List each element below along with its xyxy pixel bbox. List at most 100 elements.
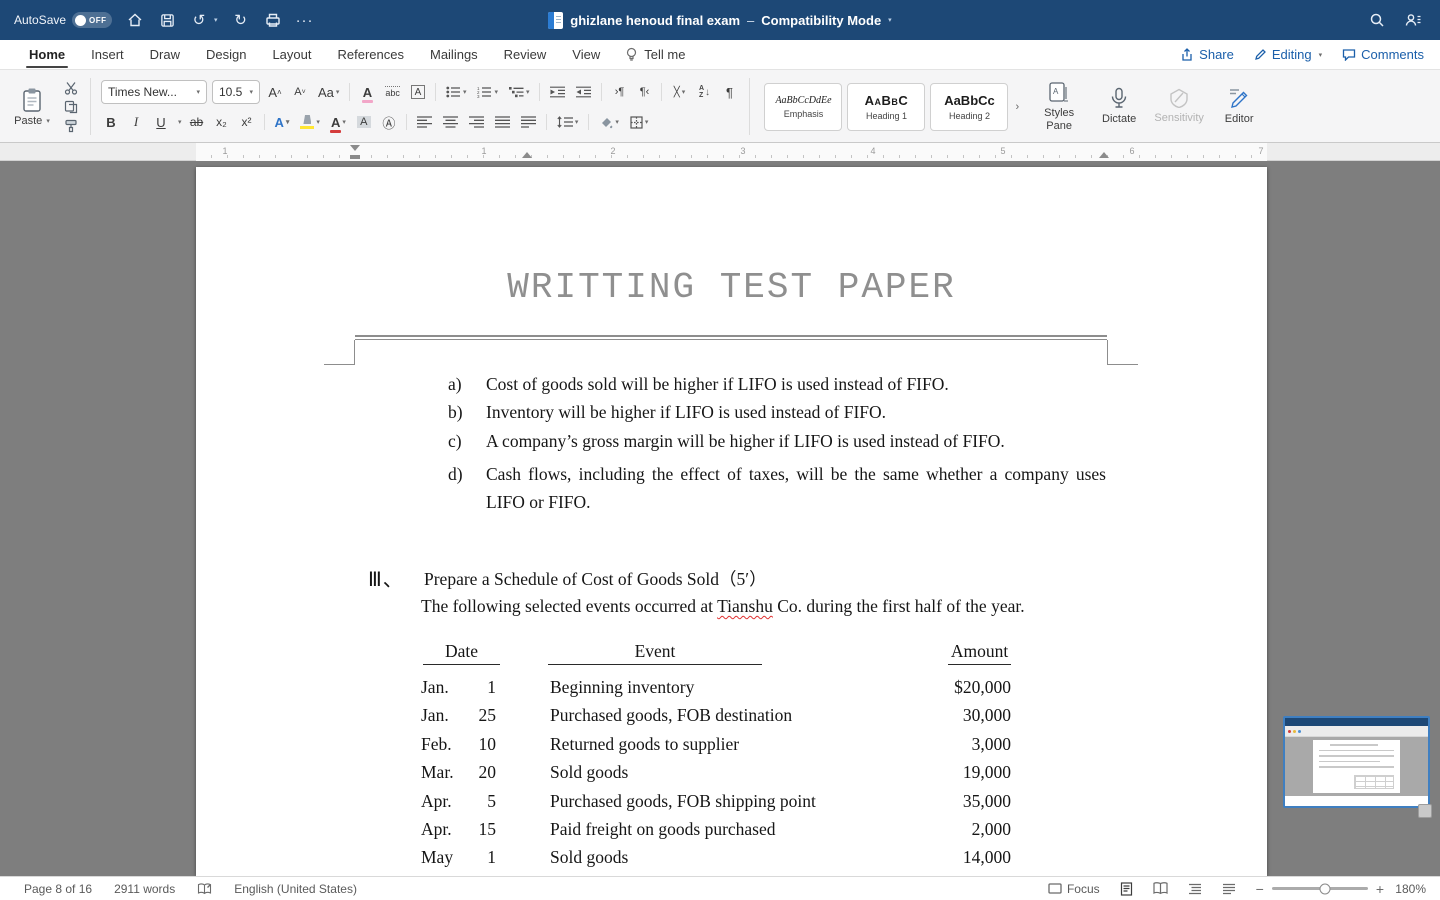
format-painter-button[interactable]	[62, 118, 80, 133]
left-indent-marker[interactable]	[350, 155, 360, 159]
left-to-right-paragraph-button[interactable]: ›¶	[609, 81, 629, 103]
hanging-indent-marker[interactable]	[522, 152, 532, 158]
bold-button[interactable]: B	[101, 111, 121, 133]
asian-layout-button[interactable]: ╳ ▾	[669, 81, 689, 103]
ruler-number: 6	[1129, 146, 1135, 156]
font-color-button[interactable]: A ▾	[328, 111, 349, 133]
right-to-left-paragraph-button[interactable]: ¶‹	[634, 81, 654, 103]
document-page[interactable]: WRITTING TEST PAPER a) Cost of goods sol…	[196, 167, 1267, 876]
style-heading-1[interactable]: AaBbC Heading 1	[847, 82, 926, 131]
align-right-button[interactable]	[466, 111, 487, 133]
character-border-button[interactable]: A	[408, 81, 428, 103]
draft-view-button[interactable]	[1222, 883, 1236, 895]
share-button[interactable]: Share	[1180, 47, 1234, 62]
styles-pane-button[interactable]: A Styles Pane	[1031, 78, 1087, 136]
numbering-button[interactable]: 123 ▾	[474, 81, 501, 103]
styles-gallery-more-icon[interactable]: ›	[1013, 101, 1021, 113]
justify-button[interactable]	[492, 111, 513, 133]
subscript-button[interactable]: x₂	[212, 111, 232, 133]
enclose-characters-button[interactable]: Ⓐ	[379, 111, 399, 133]
focus-mode-button[interactable]: Focus	[1048, 882, 1100, 896]
bullets-button[interactable]: ▾	[443, 81, 470, 103]
line-spacing-button[interactable]: ▾	[554, 111, 582, 133]
clear-formatting-button[interactable]: A	[357, 81, 377, 103]
tab-insert[interactable]: Insert	[78, 40, 137, 69]
paste-button[interactable]: Paste ▾	[10, 75, 54, 138]
tab-design[interactable]: Design	[193, 40, 259, 69]
comments-button[interactable]: Comments	[1342, 47, 1424, 62]
account-icon[interactable]	[1404, 11, 1422, 29]
search-icon[interactable]	[1368, 11, 1386, 29]
zoom-slider-knob[interactable]	[1319, 883, 1331, 894]
first-line-indent-marker[interactable]	[350, 145, 360, 151]
align-center-button[interactable]	[440, 111, 461, 133]
choice-marker: d)	[448, 463, 463, 484]
more-commands-icon[interactable]: ···	[296, 11, 314, 29]
show-paragraph-marks-button[interactable]: ¶	[719, 81, 739, 103]
phonetic-guide-button[interactable]: abc	[382, 81, 403, 103]
grow-font-button[interactable]: A ˄	[265, 81, 285, 103]
undo-icon[interactable]: ↺	[190, 11, 208, 29]
align-left-button[interactable]	[414, 111, 435, 133]
redo-icon[interactable]: ↻	[232, 11, 250, 29]
underline-button[interactable]: U	[151, 111, 171, 133]
tab-layout[interactable]: Layout	[259, 40, 324, 69]
title-bracket-left	[324, 340, 355, 365]
autosave-toggle[interactable]: OFF	[72, 12, 113, 28]
tab-mailings[interactable]: Mailings	[417, 40, 491, 69]
thumbnail-resize-handle[interactable]	[1418, 804, 1432, 818]
dictate-button[interactable]: Dictate	[1091, 78, 1147, 136]
increase-indent-button[interactable]	[573, 81, 594, 103]
editor-button[interactable]: Editor	[1211, 78, 1267, 136]
italic-button[interactable]: I	[126, 111, 146, 133]
page-indicator[interactable]: Page 8 of 16	[24, 882, 92, 896]
cut-button[interactable]	[62, 80, 80, 95]
tab-references[interactable]: References	[325, 40, 417, 69]
tab-draw[interactable]: Draw	[137, 40, 193, 69]
change-case-button[interactable]: Aa ▾	[315, 81, 342, 103]
sort-button[interactable]: A Z ↓	[694, 81, 714, 103]
style-emphasis[interactable]: AaBbCcDdEe Emphasis	[764, 82, 843, 131]
tell-me-button[interactable]: Tell me	[613, 40, 697, 69]
style-heading-2[interactable]: AaBbCc Heading 2	[930, 82, 1009, 131]
shading-button[interactable]: ▾	[596, 111, 622, 133]
home-icon[interactable]	[126, 11, 144, 29]
outline-view-button[interactable]	[1188, 883, 1202, 895]
decrease-indent-button[interactable]	[547, 81, 568, 103]
zoom-slider[interactable]	[1271, 883, 1368, 894]
print-layout-view-button[interactable]	[1120, 881, 1133, 896]
underline-chevron-icon[interactable]: ▾	[178, 118, 182, 126]
distribute-text-button[interactable]	[518, 111, 539, 133]
strikethrough-button[interactable]: ab	[187, 111, 207, 133]
highlighter-icon	[300, 115, 315, 129]
sensitivity-button[interactable]: Sensitivity	[1151, 78, 1207, 136]
undo-menu-chevron-icon[interactable]: ▾	[214, 16, 218, 24]
character-shading-button[interactable]: A	[354, 111, 374, 133]
zoom-in-button[interactable]: +	[1376, 882, 1384, 896]
font-name-select[interactable]: Times New... ▾	[101, 80, 207, 104]
tab-home[interactable]: Home	[16, 40, 78, 69]
tab-view[interactable]: View	[559, 40, 613, 69]
multilevel-list-button[interactable]: ▾	[506, 81, 533, 103]
horizontal-ruler[interactable]: 1 1 2 3 4 5 6 7	[0, 143, 1440, 161]
highlight-color-button[interactable]: ▾	[297, 111, 323, 133]
shrink-font-button[interactable]: A ˅	[290, 81, 310, 103]
text-effects-button[interactable]: A ▾	[272, 111, 293, 133]
zoom-percentage[interactable]: 180%	[1392, 882, 1426, 896]
proofing-status-icon[interactable]	[197, 883, 212, 895]
font-size-select[interactable]: 10.5 ▾	[212, 80, 260, 104]
right-indent-marker[interactable]	[1099, 152, 1109, 158]
editing-mode-button[interactable]: Editing ▾	[1254, 47, 1322, 62]
zoom-out-button[interactable]: −	[1256, 882, 1264, 896]
print-icon[interactable]	[264, 11, 282, 29]
save-icon[interactable]	[158, 11, 176, 29]
screen-share-thumbnail[interactable]	[1283, 716, 1432, 818]
word-count[interactable]: 2911 words	[114, 882, 175, 896]
superscript-button[interactable]: x²	[237, 111, 257, 133]
tab-review[interactable]: Review	[491, 40, 560, 69]
title-menu-chevron-icon[interactable]: ▾	[888, 16, 892, 24]
language-indicator[interactable]: English (United States)	[234, 882, 357, 896]
web-layout-view-button[interactable]	[1153, 882, 1168, 895]
copy-button[interactable]	[62, 99, 80, 114]
borders-button[interactable]: ▾	[627, 111, 652, 133]
